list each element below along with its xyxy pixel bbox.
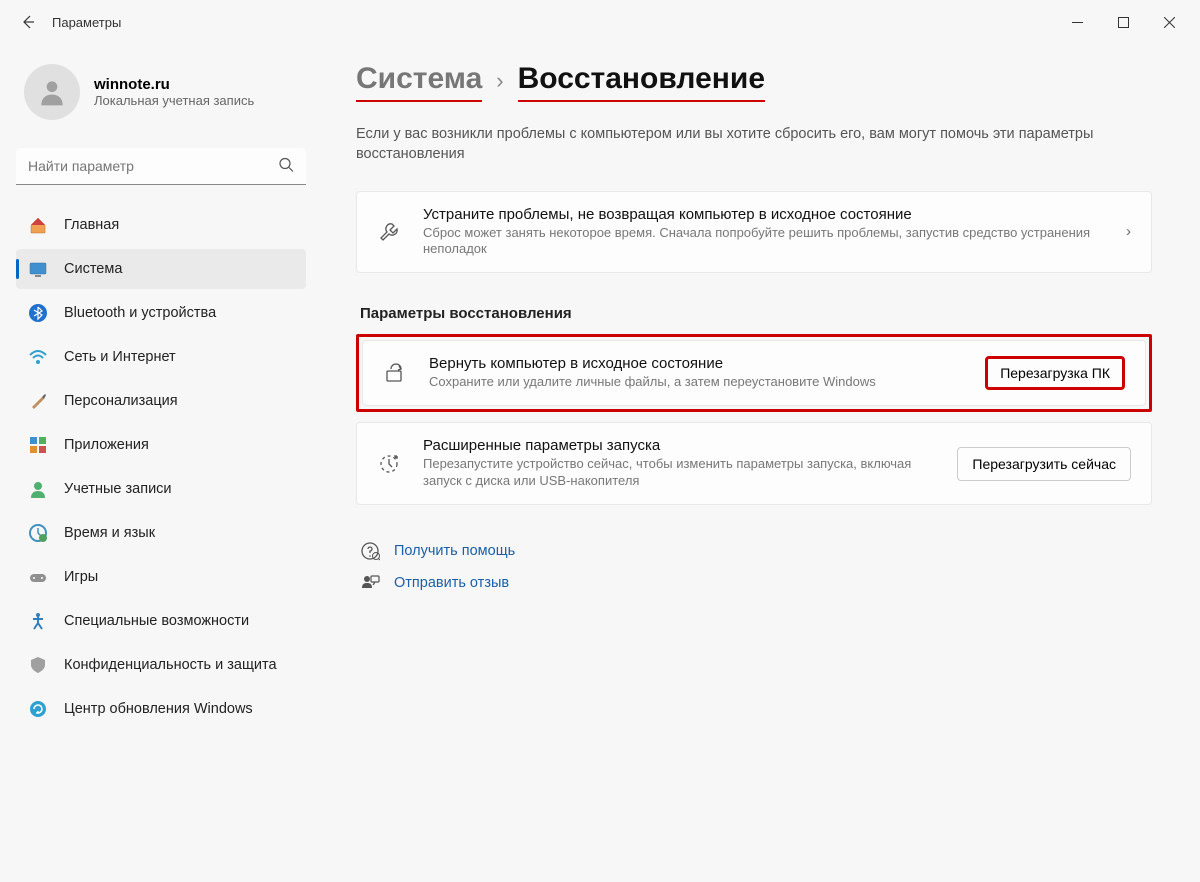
sidebar-item-system[interactable]: Система xyxy=(16,249,306,289)
sidebar-item-accounts[interactable]: Учетные записи xyxy=(16,469,306,509)
card-subtitle: Сохраните или удалите личные файлы, а за… xyxy=(429,374,969,391)
window-close-button[interactable] xyxy=(1146,6,1192,38)
sidebar-item-privacy[interactable]: Конфиденциальность и защита xyxy=(16,645,306,685)
advanced-startup-card: Расширенные параметры запуска Перезапуст… xyxy=(356,422,1152,505)
maximize-icon xyxy=(1118,17,1129,28)
person-icon xyxy=(28,479,48,499)
sidebar-item-accessibility[interactable]: Специальные возможности xyxy=(16,601,306,641)
card-subtitle: Перезапустите устройство сейчас, чтобы и… xyxy=(423,456,941,490)
main-content: Система › Восстановление Если у вас возн… xyxy=(318,44,1192,882)
search-input[interactable] xyxy=(16,148,306,185)
sidebar-item-personalization[interactable]: Персонализация xyxy=(16,381,306,421)
sidebar-item-label: Конфиденциальность и защита xyxy=(64,657,277,673)
sidebar-item-update[interactable]: Центр обновления Windows xyxy=(16,689,306,729)
sidebar: winnote.ru Локальная учетная запись Глав… xyxy=(8,44,318,882)
sidebar-item-apps[interactable]: Приложения xyxy=(16,425,306,465)
close-icon xyxy=(1164,17,1175,28)
sidebar-item-network[interactable]: Сеть и Интернет xyxy=(16,337,306,377)
title-bar: Параметры xyxy=(0,0,1200,44)
gamepad-icon xyxy=(28,567,48,587)
home-icon xyxy=(28,215,48,235)
sidebar-item-label: Главная xyxy=(64,217,119,233)
wrench-icon xyxy=(377,220,401,244)
breadcrumb: Система › Восстановление xyxy=(356,62,1152,102)
breadcrumb-current: Восстановление xyxy=(518,62,765,102)
shield-icon xyxy=(28,655,48,675)
wifi-icon xyxy=(28,347,48,367)
accessibility-icon xyxy=(28,611,48,631)
sidebar-item-label: Приложения xyxy=(64,437,149,453)
system-icon xyxy=(28,259,48,279)
clock-icon xyxy=(28,523,48,543)
section-header: Параметры восстановления xyxy=(360,305,1152,322)
apps-icon xyxy=(28,435,48,455)
sidebar-item-label: Время и язык xyxy=(64,525,155,541)
avatar xyxy=(24,64,80,120)
user-name: winnote.ru xyxy=(94,76,254,93)
window-title: Параметры xyxy=(52,15,121,30)
back-button[interactable] xyxy=(8,2,48,42)
reset-icon xyxy=(383,361,407,385)
troubleshoot-card[interactable]: Устраните проблемы, не возвращая компьют… xyxy=(356,191,1152,274)
sidebar-item-label: Персонализация xyxy=(64,393,178,409)
update-icon xyxy=(28,699,48,719)
card-title: Устраните проблемы, не возвращая компьют… xyxy=(423,206,1110,223)
feedback-link[interactable]: Отправить отзыв xyxy=(356,567,1152,599)
reset-pc-card: Вернуть компьютер в исходное состояние С… xyxy=(362,340,1146,406)
help-icon xyxy=(360,541,380,561)
card-title: Вернуть компьютер в исходное состояние xyxy=(429,355,969,372)
window-minimize-button[interactable] xyxy=(1054,6,1100,38)
sidebar-item-label: Игры xyxy=(64,569,98,585)
chevron-right-icon: › xyxy=(496,68,503,94)
breadcrumb-parent[interactable]: Система xyxy=(356,62,482,102)
page-description: Если у вас возникли проблемы с компьютер… xyxy=(356,124,1152,165)
bluetooth-icon xyxy=(28,303,48,323)
sidebar-item-gaming[interactable]: Игры xyxy=(16,557,306,597)
brush-icon xyxy=(28,391,48,411)
minimize-icon xyxy=(1072,17,1083,28)
card-title: Расширенные параметры запуска xyxy=(423,437,941,454)
user-subtitle: Локальная учетная запись xyxy=(94,93,254,108)
back-arrow-icon xyxy=(20,14,36,30)
sidebar-item-home[interactable]: Главная xyxy=(16,205,306,245)
sidebar-item-time[interactable]: Время и язык xyxy=(16,513,306,553)
sidebar-item-label: Специальные возможности xyxy=(64,613,249,629)
sidebar-item-label: Сеть и Интернет xyxy=(64,349,176,365)
person-icon xyxy=(36,76,68,108)
link-label: Получить помощь xyxy=(394,543,515,559)
highlight-annotation: Вернуть компьютер в исходное состояние С… xyxy=(356,334,1152,412)
window-maximize-button[interactable] xyxy=(1100,6,1146,38)
feedback-icon xyxy=(360,573,380,593)
sidebar-item-label: Центр обновления Windows xyxy=(64,701,253,717)
search-icon xyxy=(278,156,294,177)
reset-pc-button[interactable]: Перезагрузка ПК xyxy=(985,356,1125,390)
restart-now-button[interactable]: Перезагрузить сейчас xyxy=(957,447,1131,481)
get-help-link[interactable]: Получить помощь xyxy=(356,535,1152,567)
sidebar-item-label: Учетные записи xyxy=(64,481,172,497)
restart-icon xyxy=(377,452,401,476)
sidebar-item-label: Bluetooth и устройства xyxy=(64,305,216,321)
link-label: Отправить отзыв xyxy=(394,575,509,591)
chevron-right-icon: › xyxy=(1126,223,1131,240)
sidebar-item-label: Система xyxy=(64,261,122,277)
user-info[interactable]: winnote.ru Локальная учетная запись xyxy=(16,56,306,140)
sidebar-item-bluetooth[interactable]: Bluetooth и устройства xyxy=(16,293,306,333)
card-subtitle: Сброс может занять некоторое время. Снач… xyxy=(423,225,1110,259)
